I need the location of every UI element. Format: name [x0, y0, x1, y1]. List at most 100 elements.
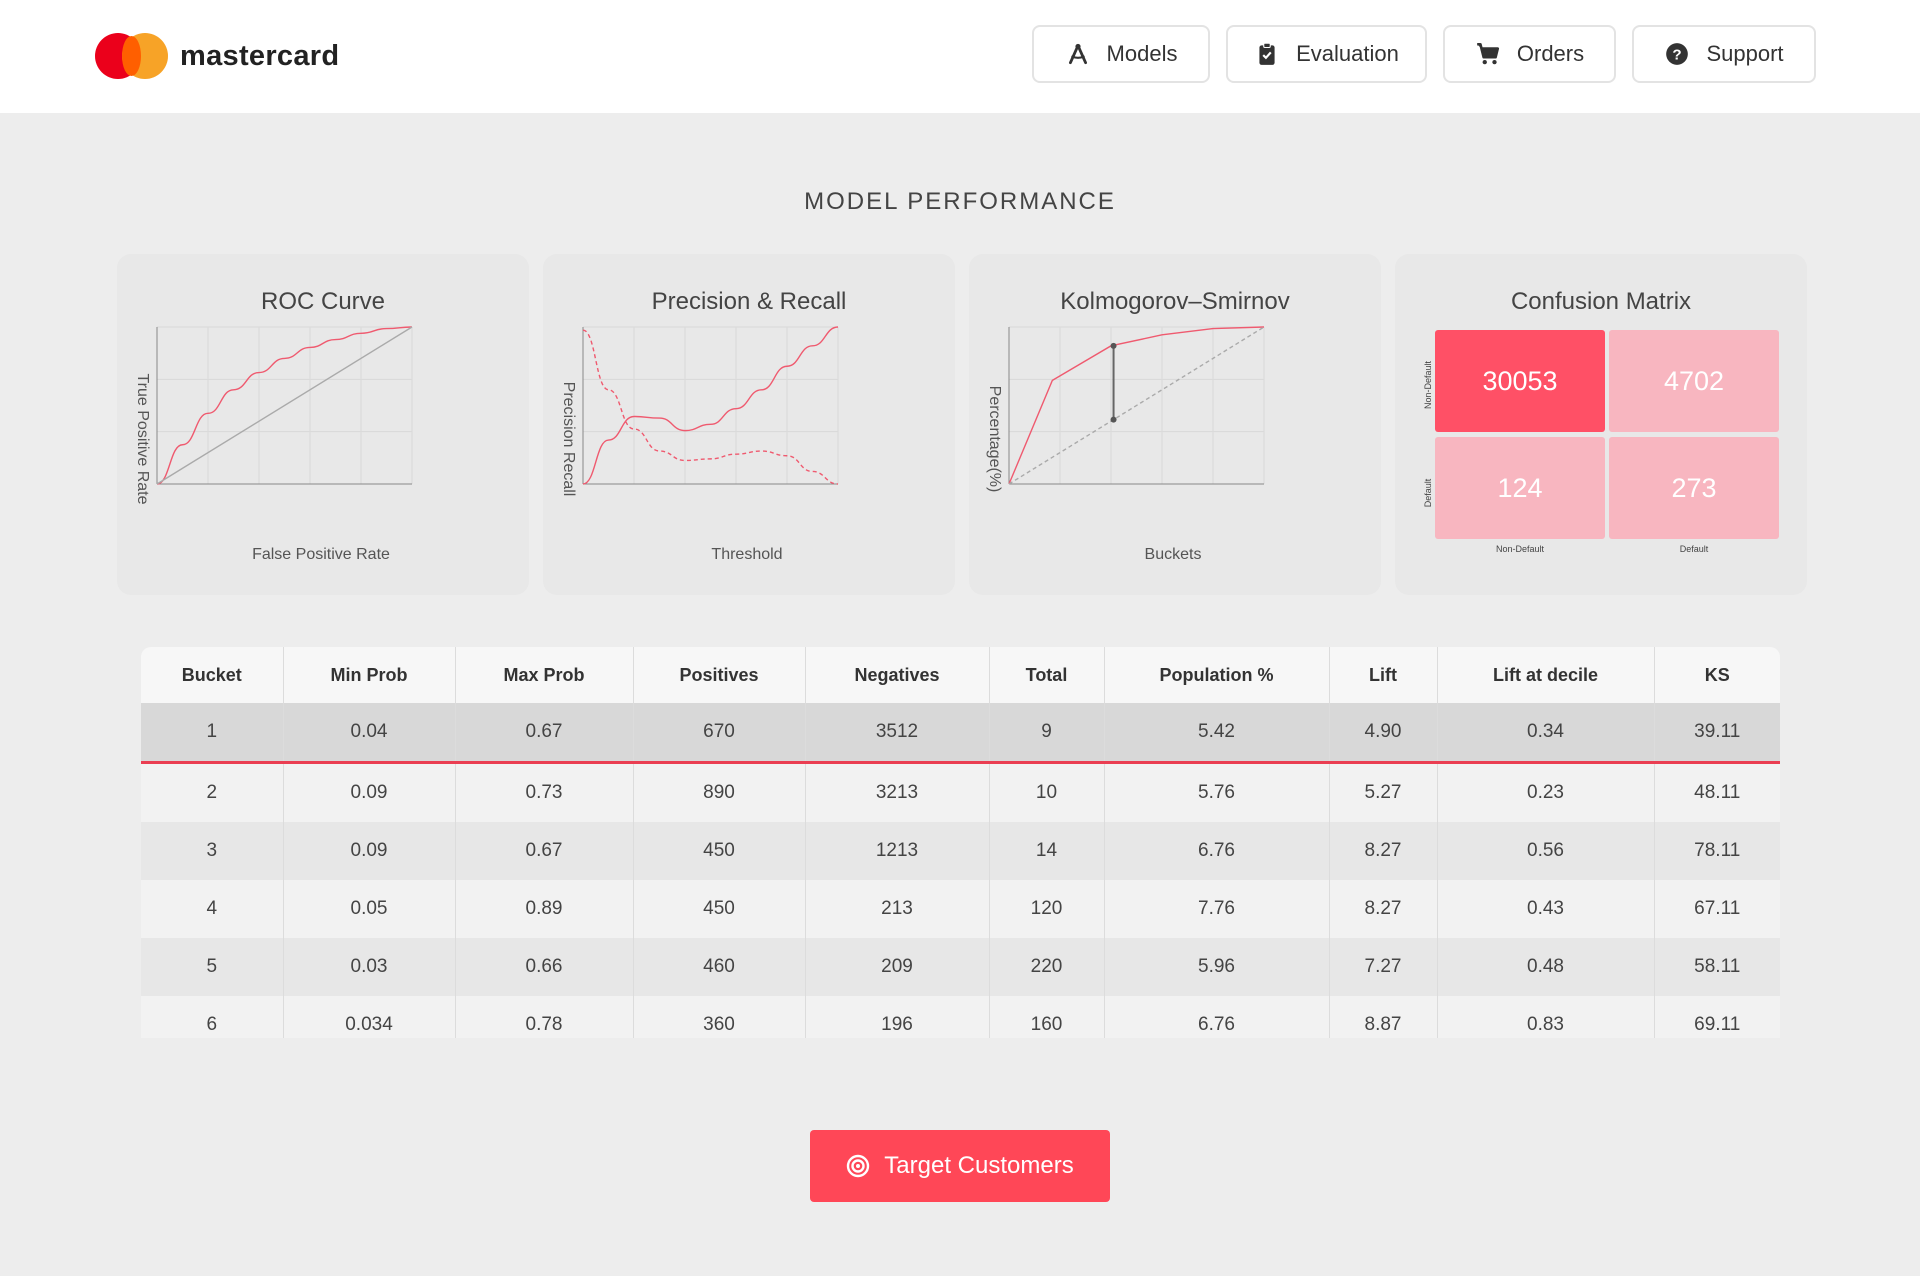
precision-recall-chart-card: Precision & Recall Threshold Precision R…	[543, 254, 955, 595]
target-customers-button[interactable]: Target Customers	[810, 1130, 1110, 1202]
cm-cell-false-negative: 124	[1435, 437, 1605, 539]
table-cell: 39.11	[1654, 703, 1780, 764]
table-cell: 7.27	[1329, 938, 1438, 996]
column-header[interactable]: Total	[989, 647, 1105, 703]
performance-table: Bucket Min Prob Max Prob Positives Negatives…	[141, 647, 1780, 1038]
table-cell: 5	[141, 938, 284, 996]
table-cell: 0.67	[455, 822, 634, 880]
table-cell: 8.27	[1329, 822, 1438, 880]
table-cell: 0.034	[283, 996, 456, 1038]
top-bar: mastercard Models Evaluation Orders ? Su…	[0, 0, 1920, 113]
table-cell: 0.48	[1437, 938, 1655, 996]
cm-col-label: Default	[1679, 544, 1709, 554]
table-cell: 213	[805, 880, 990, 938]
nav-orders-label: Orders	[1516, 41, 1585, 66]
y-axis-label: True Positive Rate	[134, 373, 151, 504]
x-axis-label: False Positive Rate	[252, 546, 390, 563]
mastercard-logo[interactable]: mastercard	[95, 33, 339, 79]
column-header[interactable]: Bucket	[141, 647, 284, 703]
series-line	[156, 326, 413, 485]
table-cell: 0.23	[1437, 762, 1655, 822]
column-header[interactable]: KS	[1654, 647, 1780, 703]
table-cell: 120	[989, 880, 1105, 938]
nav-evaluation-button[interactable]: Evaluation	[1226, 25, 1427, 83]
chart-title: Confusion Matrix	[1510, 288, 1692, 315]
table-cell: 0.04	[283, 703, 456, 764]
target-icon	[847, 1154, 870, 1178]
table-cell: 48.11	[1654, 762, 1780, 822]
ks-chart-card: Kolmogorov–Smirnov Buckets Percentage(%)	[969, 254, 1381, 595]
table-cell: 0.09	[283, 822, 456, 880]
table-cell: 8.87	[1329, 996, 1438, 1038]
table-cell: 1	[141, 703, 284, 764]
table-cell: 0.03	[283, 938, 456, 996]
cm-col-label: Non-Default	[1495, 544, 1545, 554]
table-row[interactable]: 2 0.09 0.73 890 3213 10 5.76 5.27 0.23 48.11	[141, 762, 1780, 822]
brand-name: mastercard	[180, 39, 340, 72]
y-axis-label: Precision Recall	[560, 382, 577, 497]
column-header[interactable]: Min Prob	[283, 647, 456, 703]
compass-drafting-icon	[1068, 43, 1087, 65]
page-title: MODEL PERFORMANCE	[804, 188, 1116, 215]
table-cell: 8.27	[1329, 880, 1438, 938]
table-cell: 196	[805, 996, 990, 1038]
table-cell: 3512	[805, 703, 990, 764]
roc-chart-card: ROC Curve False Positive Rate True Posit…	[117, 254, 529, 595]
cm-row-label: Non-Default	[1423, 360, 1433, 410]
table-cell: 6	[141, 996, 284, 1038]
column-header[interactable]: Lift	[1329, 647, 1438, 703]
table-row[interactable]: 3 0.09 0.67 450 1213 14 6.76 8.27 0.56 78.11	[141, 822, 1780, 880]
table-cell: 78.11	[1654, 822, 1780, 880]
nav-models-label: Models	[1106, 41, 1178, 66]
table-cell: 5.27	[1329, 762, 1438, 822]
column-header[interactable]: Population %	[1104, 647, 1330, 703]
cm-cell-false-positive: 4702	[1609, 330, 1779, 432]
roc-chart: False Positive Rate True Positive Rate	[134, 326, 413, 563]
table-cell: 67.11	[1654, 880, 1780, 938]
shopping-cart-icon	[1477, 42, 1499, 65]
table-cell: 0.67	[455, 703, 634, 764]
table-cell: 220	[989, 938, 1105, 996]
column-header[interactable]: Negatives	[805, 647, 990, 703]
confusion-matrix-card: Confusion Matrix 30053 4702 124 273 Non-…	[1395, 254, 1807, 595]
table-cell: 450	[633, 822, 806, 880]
table-cell: 9	[989, 703, 1105, 764]
table-cell: 360	[633, 996, 806, 1038]
column-header[interactable]: Lift at decile	[1437, 647, 1655, 703]
table-cell: 4.90	[1329, 703, 1438, 764]
svg-text:?: ?	[1673, 46, 1682, 63]
cm-row-label: Default	[1423, 478, 1433, 508]
nav-support-button[interactable]: ? Support	[1632, 25, 1816, 83]
table-row[interactable]: 6 0.034 0.78 360 196 160 6.76 8.87 0.83 69.11	[141, 996, 1780, 1038]
table-cell: 0.09	[283, 762, 456, 822]
mastercard-circles-icon	[95, 33, 168, 79]
table-cell: 160	[989, 996, 1105, 1038]
table-cell: 14	[989, 822, 1105, 880]
table-cell: 6.76	[1104, 822, 1330, 880]
table-cell: 460	[633, 938, 806, 996]
clipboard-check-icon	[1259, 42, 1275, 65]
column-header[interactable]: Positives	[633, 647, 806, 703]
ks-chart: Buckets Percentage(%)	[986, 326, 1265, 563]
table-cell: 0.56	[1437, 822, 1655, 880]
table-cell: 0.83	[1437, 996, 1655, 1038]
ks-point	[1110, 416, 1117, 423]
ks-point	[1110, 342, 1117, 349]
y-axis-label: Percentage(%)	[986, 386, 1003, 493]
table-cell: 1213	[805, 822, 990, 880]
table-cell: 0.43	[1437, 880, 1655, 938]
column-header[interactable]: Max Prob	[455, 647, 634, 703]
table-row[interactable]: 5 0.03 0.66 460 209 220 5.96 7.27 0.48 58.11	[141, 938, 1780, 996]
table-row[interactable]: 1 0.04 0.67 670 3512 9 5.42 4.90 0.34 39.11	[141, 703, 1780, 764]
nav-orders-button[interactable]: Orders	[1443, 25, 1616, 83]
table-cell: 7.76	[1104, 880, 1330, 938]
nav-models-button[interactable]: Models	[1032, 25, 1210, 83]
table-cell: 10	[989, 762, 1105, 822]
table-row[interactable]: 4 0.05 0.89 450 213 120 7.76 8.27 0.43 67.11	[141, 880, 1780, 938]
table-cell: 450	[633, 880, 806, 938]
table-cell: 58.11	[1654, 938, 1780, 996]
x-axis-label: Threshold	[711, 546, 782, 563]
table-cell: 6.76	[1104, 996, 1330, 1038]
nav-support-label: Support	[1706, 41, 1784, 66]
table-cell: 5.42	[1104, 703, 1330, 764]
